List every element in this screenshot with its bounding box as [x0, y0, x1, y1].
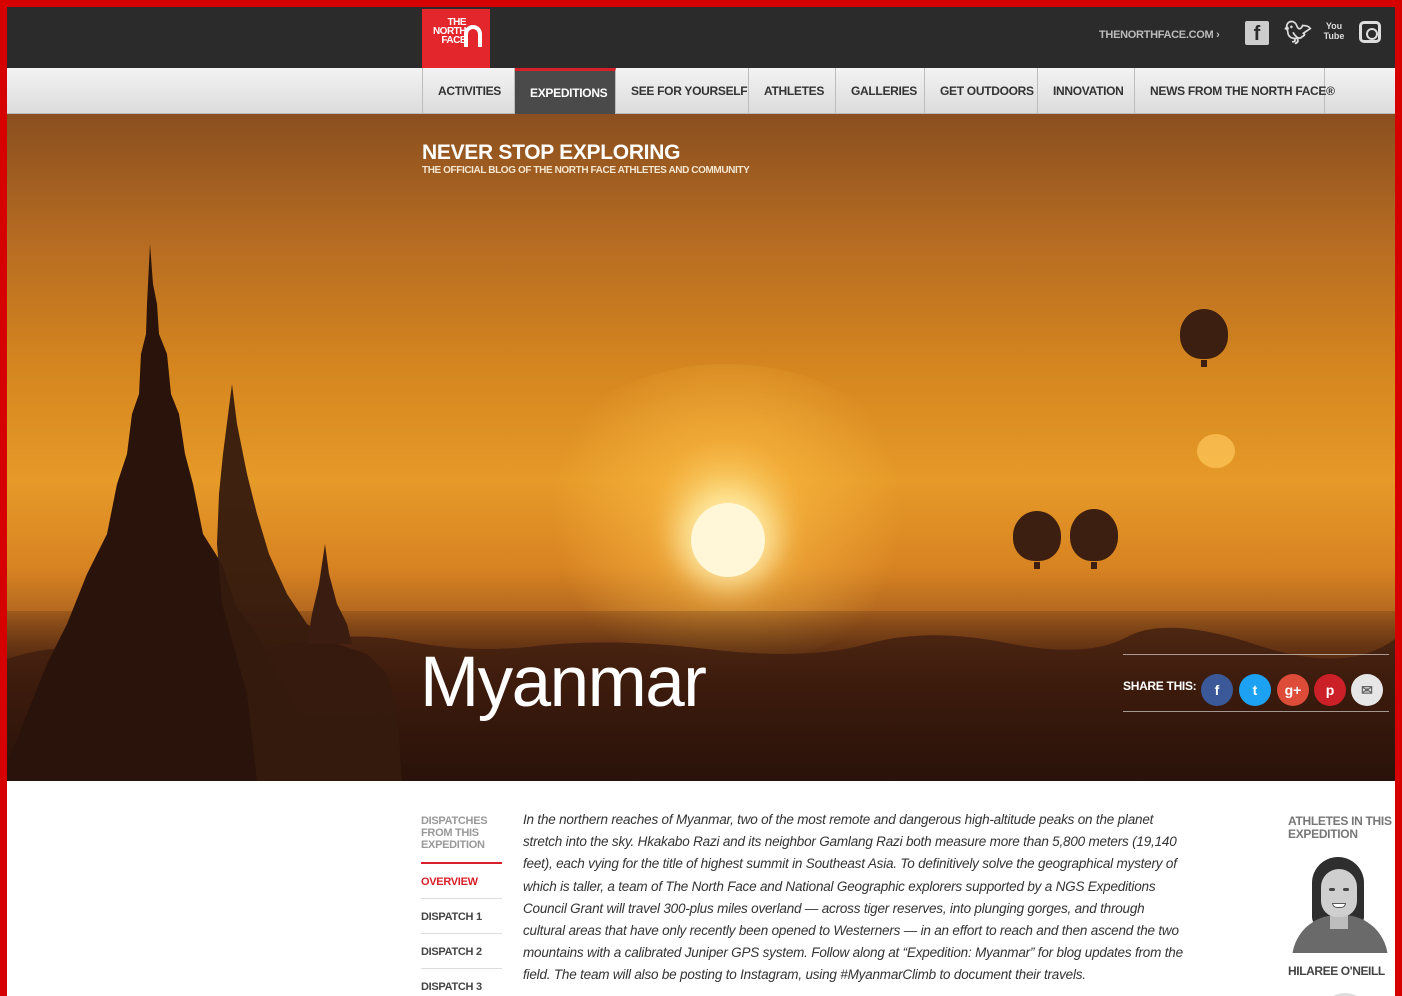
logo-text: THE NORTH FACE — [432, 17, 467, 46]
youtube-icon[interactable]: You Tube — [1322, 21, 1346, 45]
content-area: DISPATCHES FROM THIS EXPEDITION OVERVIEW… — [7, 781, 1395, 996]
share-email-icon[interactable]: ✉ — [1351, 674, 1383, 706]
nav-item-activities[interactable]: ACTIVITIES — [423, 68, 515, 114]
nav-item-news[interactable]: NEWS FROM THE NORTH FACE® — [1135, 68, 1335, 114]
article-body: In the northern reaches of Myanmar, two … — [523, 812, 1183, 983]
dispatch-item-overview[interactable]: OVERVIEW — [421, 864, 502, 899]
hot-air-balloon — [1180, 309, 1228, 367]
main-nav: ACTIVITIES EXPEDITIONS SEE FOR YOURSELF … — [7, 68, 1395, 114]
share-label: SHARE THIS: — [1123, 679, 1197, 693]
hot-air-balloon — [1070, 509, 1118, 569]
athletes-heading: ATHLETES IN THIS EXPEDITION — [1288, 814, 1392, 841]
hot-air-balloon — [1013, 511, 1061, 569]
logo-dome-icon — [464, 25, 482, 47]
nav-item-innovation[interactable]: INNOVATION — [1038, 68, 1135, 114]
dispatch-list: OVERVIEW DISPATCH 1 DISPATCH 2 DISPATCH … — [421, 862, 502, 996]
blog-subtitle: THE OFFICIAL BLOG OF THE NORTH FACE ATHL… — [422, 165, 750, 176]
instagram-icon[interactable] — [1359, 21, 1381, 43]
top-bar: THE NORTH FACE THENORTHFACE.COM › f 🐦︎ You… — [7, 7, 1395, 68]
nav-items: ACTIVITIES EXPEDITIONS SEE FOR YOURSELF … — [422, 68, 1335, 114]
nav-item-see-for-yourself[interactable]: SEE FOR YOURSELF — [616, 68, 749, 114]
nav-item-galleries[interactable]: GALLERIES — [836, 68, 925, 114]
share-pinterest-icon[interactable]: p — [1314, 674, 1346, 706]
nav-item-athletes[interactable]: ATHLETES — [749, 68, 836, 114]
share-twitter-icon[interactable]: t — [1239, 674, 1271, 706]
reflected-sun — [1197, 434, 1235, 468]
site-link[interactable]: THENORTHFACE.COM › — [1099, 29, 1220, 41]
dispatches-heading: DISPATCHES FROM THIS EXPEDITION — [421, 815, 488, 851]
share-googleplus-icon[interactable]: g+ — [1277, 674, 1309, 706]
nav-item-get-outdoors[interactable]: GET OUTDOORS — [925, 68, 1038, 114]
athlete-name[interactable]: HILAREE O'NEILL — [1288, 964, 1385, 978]
share-facebook-icon[interactable]: f — [1201, 674, 1233, 706]
dispatch-item-2[interactable]: DISPATCH 2 — [421, 934, 502, 969]
page-title: Myanmar — [420, 643, 707, 722]
hero-banner: NEVER STOP EXPLORING THE OFFICIAL BLOG O… — [7, 114, 1395, 781]
twitter-icon[interactable]: 🐦︎ — [1284, 21, 1312, 45]
athlete-avatar[interactable] — [1290, 855, 1390, 953]
sun — [691, 503, 765, 577]
north-face-logo[interactable]: THE NORTH FACE — [422, 9, 490, 68]
facebook-icon[interactable]: f — [1245, 21, 1269, 45]
blog-title[interactable]: NEVER STOP EXPLORING — [422, 141, 680, 165]
share-bar: SHARE THIS: f t g+ p ✉ — [1123, 654, 1389, 712]
pagoda-silhouette — [7, 244, 402, 781]
dispatch-item-1[interactable]: DISPATCH 1 — [421, 899, 502, 934]
page-frame: THE NORTH FACE THENORTHFACE.COM › f 🐦︎ You… — [0, 0, 1402, 996]
dispatch-item-3[interactable]: DISPATCH 3 — [421, 969, 502, 996]
nav-item-expeditions[interactable]: EXPEDITIONS — [515, 68, 616, 114]
